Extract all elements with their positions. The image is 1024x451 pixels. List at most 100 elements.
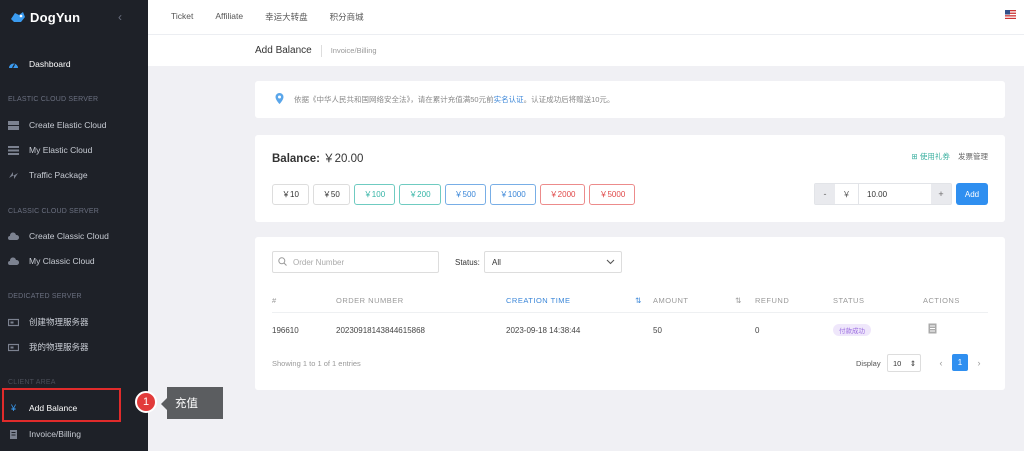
next-page-button[interactable]: › bbox=[971, 354, 987, 371]
page-title: Add Balance bbox=[255, 45, 312, 56]
cell-order-number: 20230918143844615868 bbox=[336, 326, 425, 335]
updown-icon: ⇕ bbox=[909, 358, 916, 368]
sidebar-section-dedicated: DEDICATED SERVER bbox=[8, 293, 82, 300]
amount-input[interactable]: 10.00 bbox=[858, 184, 931, 204]
sidebar-item-traffic[interactable]: Traffic Package bbox=[0, 165, 148, 185]
divider bbox=[320, 44, 322, 57]
balance-amount: ￥20.00 bbox=[323, 153, 364, 165]
page-header: Add Balance Invoice/Billing bbox=[148, 34, 1024, 66]
sidebar-item-create-classic[interactable]: Create Classic Cloud bbox=[0, 226, 148, 246]
cloud-icon bbox=[8, 231, 19, 241]
sidebar-item-label: Invoice/Billing bbox=[29, 429, 81, 439]
sidebar-item-label: My Classic Cloud bbox=[29, 256, 95, 266]
invoice-manage-link[interactable]: 发票管理 bbox=[958, 152, 988, 161]
amount-chips: ￥10 ￥50 ￥100 ￥200 ￥500 ￥1000 ￥2000 ￥5000 bbox=[272, 184, 639, 205]
prev-page-button[interactable]: ‹ bbox=[933, 354, 949, 371]
col-actions: ACTIONS bbox=[923, 296, 960, 305]
chip-5000[interactable]: ￥5000 bbox=[589, 184, 636, 205]
status-label: Status: bbox=[455, 258, 480, 267]
sidebar-item-label: Create Classic Cloud bbox=[29, 231, 109, 241]
sidebar-item-label: Create Elastic Cloud bbox=[29, 120, 107, 130]
top-bar: Ticket Affiliate 幸运大转盘 积分商城 bbox=[148, 0, 1024, 34]
col-refund: REFUND bbox=[755, 296, 790, 305]
sidebar: DogYun ‹ Dashboard ELASTIC CLOUD SERVER … bbox=[0, 0, 148, 451]
chip-500[interactable]: ￥500 bbox=[444, 184, 486, 205]
sidebar-item-label: Dashboard bbox=[29, 59, 71, 69]
status-select[interactable]: All bbox=[484, 251, 622, 273]
search-placeholder: Order Number bbox=[293, 257, 345, 267]
sort-icon[interactable]: ⇅ bbox=[735, 296, 742, 305]
col-id: # bbox=[272, 296, 277, 305]
search-icon bbox=[278, 256, 287, 268]
sidebar-item-my-classic[interactable]: My Classic Cloud bbox=[0, 251, 148, 271]
sidebar-section-elastic: ELASTIC CLOUD SERVER bbox=[8, 96, 99, 103]
col-amount[interactable]: AMOUNT bbox=[653, 296, 689, 305]
notice-text: 依据《中华人民共和国网络安全法》，请在累计充值满50元前实名认证。认证成功后将赠… bbox=[294, 94, 614, 105]
logo[interactable]: DogYun bbox=[0, 0, 148, 34]
sidebar-section-classic: CLASSIC CLOUD SERVER bbox=[8, 208, 100, 215]
sidebar-item-my-elastic[interactable]: My Elastic Cloud bbox=[0, 140, 148, 160]
highlight-box bbox=[2, 388, 121, 422]
cloud-icon bbox=[8, 256, 19, 266]
breadcrumb[interactable]: Invoice/Billing bbox=[331, 46, 377, 55]
document-icon bbox=[8, 429, 19, 439]
chip-1000[interactable]: ￥1000 bbox=[489, 184, 536, 205]
cell-creation-time: 2023-09-18 14:38:44 bbox=[506, 326, 581, 335]
sidebar-item-invoice[interactable]: Invoice/Billing bbox=[0, 424, 148, 444]
col-status: STATUS bbox=[833, 296, 865, 305]
sidebar-item-label: My Elastic Cloud bbox=[29, 145, 93, 155]
chip-100[interactable]: ￥100 bbox=[353, 184, 396, 205]
collapse-sidebar-icon[interactable]: ‹ bbox=[118, 10, 122, 24]
add-button[interactable]: Add bbox=[956, 183, 988, 205]
balance-label: Balance: bbox=[272, 153, 320, 165]
chip-10[interactable]: ￥10 bbox=[272, 184, 309, 205]
list-icon bbox=[8, 145, 19, 155]
verify-link[interactable]: 实名认证 bbox=[494, 95, 524, 104]
sidebar-item-my-physical[interactable]: 我的物理服务器 bbox=[0, 337, 148, 357]
page-size-select[interactable]: 10 ⇕ bbox=[887, 354, 921, 372]
sidebar-item-label: Traffic Package bbox=[29, 170, 88, 180]
balance-title: Balance: ￥20.00 bbox=[272, 150, 363, 166]
orders-card: Order Number Status: All # ORDER NUMBER … bbox=[255, 237, 1005, 390]
hardware-icon bbox=[8, 343, 19, 352]
cell-id: 196610 bbox=[272, 326, 299, 335]
dog-logo-icon bbox=[10, 11, 26, 23]
nav-ticket[interactable]: Ticket bbox=[171, 11, 193, 23]
chip-50[interactable]: ￥50 bbox=[312, 184, 350, 205]
chip-200[interactable]: ￥200 bbox=[399, 184, 441, 205]
use-coupon-link[interactable]: ⊞ 使用礼券 bbox=[912, 152, 950, 161]
sidebar-item-create-elastic[interactable]: Create Elastic Cloud bbox=[0, 115, 148, 135]
notice-suffix: 。认证成功后将赠送10元。 bbox=[523, 95, 615, 104]
chip-2000[interactable]: ￥2000 bbox=[539, 184, 586, 205]
status-value: All bbox=[492, 257, 501, 267]
col-creation-time[interactable]: CREATION TIME bbox=[506, 296, 571, 305]
receipt-icon[interactable] bbox=[928, 323, 937, 336]
increment-button[interactable]: + bbox=[931, 184, 951, 204]
use-coupon-label: 使用礼券 bbox=[919, 152, 950, 161]
nav-affiliate[interactable]: Affiliate bbox=[215, 11, 243, 23]
col-order-number[interactable]: ORDER NUMBER bbox=[336, 296, 404, 305]
chevron-down-icon bbox=[606, 258, 615, 267]
sidebar-item-label: 我的物理服务器 bbox=[29, 342, 89, 352]
balance-card: Balance: ￥20.00 ⊞ 使用礼券 发票管理 ￥10 ￥50 ￥100… bbox=[255, 135, 1005, 222]
balance-links: ⊞ 使用礼券 发票管理 bbox=[912, 151, 988, 162]
table-divider bbox=[272, 312, 988, 313]
top-nav: Ticket Affiliate 幸运大转盘 积分商城 bbox=[171, 11, 386, 23]
sidebar-item-dashboard[interactable]: Dashboard bbox=[0, 54, 148, 74]
brand-name: DogYun bbox=[30, 9, 81, 25]
nav-lucky-wheel[interactable]: 幸运大转盘 bbox=[265, 11, 308, 23]
sort-icon[interactable]: ⇅ bbox=[635, 296, 642, 305]
notice-card: 依据《中华人民共和国网络安全法》，请在累计充值满50元前实名认证。认证成功后将赠… bbox=[255, 81, 1005, 118]
cell-refund: 0 bbox=[755, 326, 760, 335]
notice-prefix: 依据《中华人民共和国网络安全法》，请在累计充值满50元前 bbox=[294, 95, 494, 104]
nav-points-mall[interactable]: 积分商城 bbox=[330, 11, 364, 23]
sidebar-item-create-physical[interactable]: 创建物理服务器 bbox=[0, 312, 148, 332]
us-flag-icon[interactable] bbox=[1005, 10, 1016, 19]
page-size-value: 10 bbox=[893, 358, 902, 368]
sidebar-section-client: CLIENT AREA bbox=[8, 379, 56, 386]
entries-summary: Showing 1 to 1 of 1 entries bbox=[272, 359, 361, 368]
search-input[interactable]: Order Number bbox=[272, 251, 439, 273]
page-button-current[interactable]: 1 bbox=[952, 354, 968, 371]
decrement-button[interactable]: - bbox=[815, 184, 835, 204]
traffic-icon bbox=[8, 171, 19, 180]
